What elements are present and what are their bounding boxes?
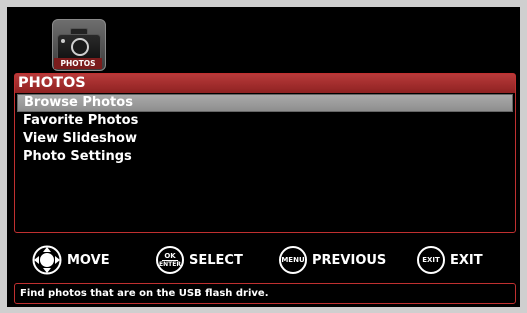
menu-item-view-slideshow[interactable]: View Slideshow bbox=[17, 130, 513, 148]
app-label: PHOTOS bbox=[54, 58, 102, 69]
menu-button-icon: MENU bbox=[279, 246, 307, 274]
exit-button-icon: EXIT bbox=[417, 246, 445, 274]
previous-label: PREVIOUS bbox=[312, 252, 387, 268]
tv-screen: PHOTOS PHOTOS Browse Photos Favorite Pho… bbox=[7, 7, 520, 307]
enter-text: ENTER bbox=[159, 260, 181, 268]
dpad-icon bbox=[32, 245, 62, 275]
exit-text: EXIT bbox=[422, 256, 440, 264]
ok-text: OK bbox=[162, 251, 178, 261]
photos-menu-panel: PHOTOS Browse Photos Favorite Photos Vie… bbox=[14, 73, 516, 233]
status-bar: Find photos that are on the USB flash dr… bbox=[14, 283, 516, 304]
photos-menu: Browse Photos Favorite Photos View Slide… bbox=[17, 94, 513, 166]
hint-previous: MENU PREVIOUS bbox=[279, 245, 386, 275]
menu-text: MENU bbox=[281, 256, 305, 264]
control-hints: MOVE OK ENTER SELECT MENU PREVIOUS EXIT … bbox=[7, 245, 520, 275]
panel-title: PHOTOS bbox=[15, 74, 515, 93]
camera-lens bbox=[71, 38, 89, 56]
menu-item-photo-settings[interactable]: Photo Settings bbox=[17, 148, 513, 166]
camera-flash bbox=[61, 39, 65, 43]
exit-label: EXIT bbox=[450, 252, 483, 268]
hint-move: MOVE bbox=[32, 245, 110, 275]
ok-enter-button-icon: OK ENTER bbox=[156, 246, 184, 274]
menu-item-browse-photos[interactable]: Browse Photos bbox=[17, 94, 513, 112]
hint-exit: EXIT EXIT bbox=[417, 245, 483, 275]
move-label: MOVE bbox=[67, 252, 110, 268]
select-label: SELECT bbox=[189, 252, 243, 268]
hint-select: OK ENTER SELECT bbox=[156, 245, 243, 275]
menu-item-favorite-photos[interactable]: Favorite Photos bbox=[17, 112, 513, 130]
